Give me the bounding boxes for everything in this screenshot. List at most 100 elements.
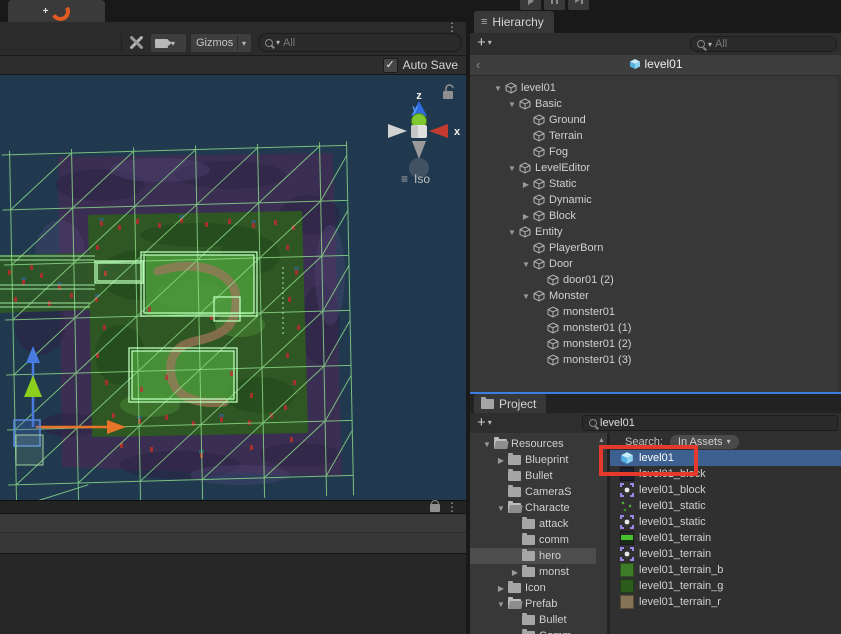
tree-item[interactable]: Terrain — [470, 128, 841, 144]
scrollbar[interactable] — [837, 76, 841, 392]
folder-item[interactable]: comm — [470, 532, 596, 548]
tree-item[interactable]: Static — [470, 176, 841, 192]
create-object-button[interactable]: + ▾ — [477, 35, 492, 50]
auto-save-checkbox[interactable]: ✓ — [383, 58, 398, 73]
lock-icon[interactable] — [430, 504, 440, 512]
result-item[interactable]: level01_terrain_b — [610, 562, 841, 578]
more-menu-icon[interactable]: ⋮ — [446, 502, 458, 512]
scene-search-input[interactable] — [283, 37, 455, 49]
foldout-expanded-icon[interactable] — [480, 440, 494, 449]
result-item[interactable]: level01_block — [610, 482, 841, 498]
pause-button[interactable] — [544, 0, 565, 10]
result-item[interactable]: level01_terrain_r — [610, 594, 841, 610]
plus-icon: + — [43, 6, 49, 17]
tree-item[interactable]: Entity — [470, 224, 841, 240]
gameobject-icon — [533, 290, 545, 302]
foldout-collapsed-icon[interactable] — [519, 180, 533, 189]
foldout-collapsed-icon[interactable] — [494, 456, 508, 465]
folder-item[interactable]: Icon — [470, 580, 596, 596]
breadcrumb-item[interactable]: level01 — [628, 57, 682, 71]
texture-icon — [620, 563, 634, 577]
tree-item[interactable]: Block — [470, 208, 841, 224]
tree-item[interactable]: Monster — [470, 288, 841, 304]
folder-item[interactable]: attack — [470, 516, 596, 532]
scene-search-field[interactable]: ▾ — [258, 33, 462, 52]
texture-icon — [620, 595, 634, 609]
tree-item[interactable]: PlayerBorn — [470, 240, 841, 256]
folder-item[interactable]: Blueprint — [470, 452, 596, 468]
folder-item[interactable]: Characte — [470, 500, 596, 516]
axis-negx-cone[interactable] — [388, 124, 407, 138]
tree-item[interactable]: Dynamic — [470, 192, 841, 208]
hierarchy-search-field[interactable]: ▾ — [690, 36, 837, 52]
foldout-expanded-icon[interactable] — [491, 84, 505, 93]
tree-item[interactable]: Ground — [470, 112, 841, 128]
gameobject-icon — [547, 338, 559, 350]
plus-icon: + — [477, 415, 486, 430]
scene-orientation-gizmo[interactable]: z y x ≡ Iso — [388, 85, 461, 186]
more-menu-icon[interactable]: ⋮ — [446, 22, 458, 32]
tab-project[interactable]: Project — [474, 394, 546, 413]
foldout-expanded-icon[interactable] — [494, 504, 508, 513]
foldout-expanded-icon[interactable] — [505, 228, 519, 237]
scene-lock-icon[interactable] — [443, 85, 453, 99]
back-chevron-icon[interactable]: ‹ — [476, 57, 480, 72]
foldout-collapsed-icon[interactable] — [494, 584, 508, 593]
gameobject-icon — [533, 114, 545, 126]
folder-item[interactable]: Bullet — [470, 612, 596, 628]
tree-item[interactable]: monster01 (1) — [470, 320, 841, 336]
camera-settings-button[interactable]: ▾ — [150, 33, 187, 53]
result-item[interactable]: level01_terrain — [610, 546, 841, 562]
tree-item[interactable]: LevelEditor — [470, 160, 841, 176]
hierarchy-search-input[interactable] — [715, 38, 830, 50]
iso-icon: ≡ — [401, 172, 408, 186]
create-asset-button[interactable]: + ▾ — [477, 415, 492, 430]
bottom-panel-row[interactable] — [0, 532, 466, 553]
scene-view-region: + ⋮ ▾ Gizmos ▾ ▾ ✓ Auto Save — [0, 0, 466, 634]
foldout-expanded-icon[interactable] — [519, 260, 533, 269]
axis-negz-cone[interactable] — [412, 141, 426, 159]
tree-item[interactable]: Door — [470, 256, 841, 272]
project-tab-bar: Project — [470, 394, 841, 413]
project-search-field[interactable] — [582, 415, 838, 431]
scene-viewport[interactable]: z y x ≡ Iso — [0, 75, 466, 500]
tree-item[interactable]: Basic — [470, 96, 841, 112]
foldout-expanded-icon[interactable] — [519, 292, 533, 301]
foldout-expanded-icon[interactable] — [505, 164, 519, 173]
folder-item[interactable]: Prefab — [470, 596, 596, 612]
folder-item[interactable]: Bullet — [470, 468, 596, 484]
scroll-up-icon[interactable]: ▲ — [598, 437, 605, 444]
step-button[interactable] — [568, 0, 589, 10]
axis-x-cone[interactable] — [429, 124, 448, 138]
foldout-collapsed-icon[interactable] — [508, 568, 522, 577]
project-folder-tree: Resources Blueprint Bullet CameraS Chara… — [470, 433, 596, 634]
tree-item[interactable]: level01 — [470, 80, 841, 96]
folder-item-selected[interactable]: hero — [470, 548, 596, 564]
tree-item[interactable]: door01 (2) — [470, 272, 841, 288]
foldout-collapsed-icon[interactable] — [519, 212, 533, 221]
result-item[interactable]: level01_static — [610, 514, 841, 530]
folder-item[interactable]: CameraS — [470, 484, 596, 500]
foldout-expanded-icon[interactable] — [505, 100, 519, 109]
gizmos-dropdown-button[interactable]: Gizmos ▾ — [190, 33, 252, 53]
tree-item[interactable]: monster01 — [470, 304, 841, 320]
folder-item[interactable]: monst — [470, 564, 596, 580]
result-item[interactable]: level01_terrain_g — [610, 578, 841, 594]
tree-item[interactable]: monster01 (3) — [470, 352, 841, 368]
window-tab-button[interactable]: + — [8, 0, 105, 22]
tree-item[interactable]: monster01 (2) — [470, 336, 841, 352]
bottom-panel-row[interactable] — [0, 513, 466, 532]
play-button[interactable] — [520, 0, 541, 10]
tools-icon[interactable] — [128, 35, 144, 51]
texture-icon — [620, 499, 634, 513]
foldout-expanded-icon[interactable] — [494, 600, 508, 609]
result-item[interactable]: level01_terrain — [610, 530, 841, 546]
folder-item[interactable]: Comm — [470, 628, 596, 634]
project-search-input[interactable] — [600, 417, 831, 429]
result-item[interactable]: level01_static — [610, 498, 841, 514]
folder-item[interactable]: Resources — [470, 436, 596, 452]
gameobject-icon — [547, 274, 559, 286]
tree-item[interactable]: Fog — [470, 144, 841, 160]
tab-hierarchy[interactable]: ≡ Hierarchy — [474, 11, 554, 33]
projection-label[interactable]: Iso — [414, 172, 430, 186]
